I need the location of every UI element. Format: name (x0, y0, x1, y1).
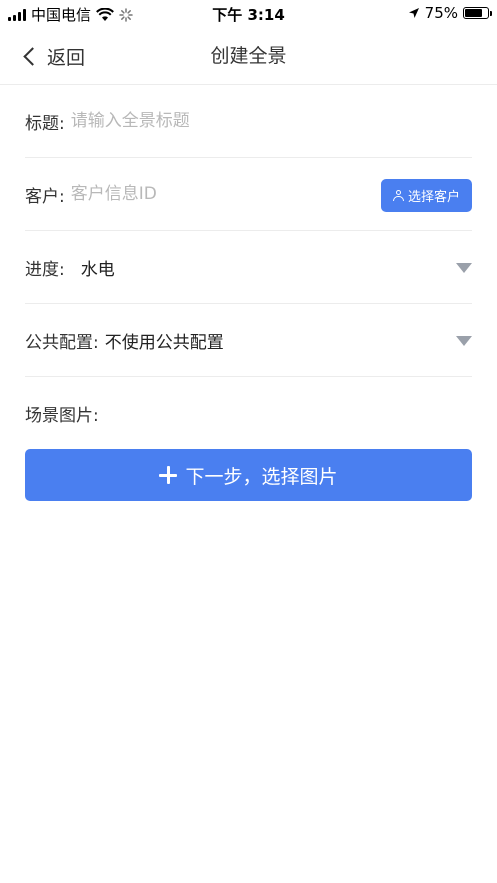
create-panorama-form: 标题: 客户: 选择客户 进度: 水电 公共配置: 不使用公共配置 场景图片: … (25, 85, 472, 501)
select-customer-button[interactable]: 选择客户 (380, 179, 472, 212)
location-arrow-icon (408, 8, 419, 18)
title-label: 标题: (25, 113, 65, 134)
title-row: 标题: (25, 85, 472, 158)
next-select-images-button[interactable]: 下一步，选择图片 (25, 449, 472, 501)
select-customer-label: 选择客户 (407, 190, 460, 205)
title-input[interactable] (70, 111, 472, 131)
progress-row[interactable]: 进度: 水电 (25, 231, 472, 304)
nav-bar: 返回 创建全景 (0, 28, 497, 85)
plus-icon (159, 466, 178, 484)
status-right: 75% (408, 4, 492, 22)
progress-value: 水电 (80, 259, 115, 280)
customer-label: 客户: (25, 186, 65, 207)
battery-icon (463, 7, 492, 19)
next-button-label: 下一步，选择图片 (185, 465, 338, 488)
battery-level (465, 9, 482, 17)
customer-row: 客户: 选择客户 (25, 158, 472, 231)
public-config-label: 公共配置: (25, 332, 99, 353)
scene-images-row: 场景图片: (25, 377, 472, 449)
page-title: 创建全景 (210, 45, 287, 67)
battery-percent: 75% (424, 4, 458, 22)
caret-down-icon[interactable] (456, 336, 472, 346)
progress-label: 进度: (25, 259, 65, 280)
caret-down-icon[interactable] (456, 263, 472, 273)
public-config-value: 不使用公共配置 (104, 332, 224, 353)
status-bar: 中国电信 下午 3:14 75% (0, 0, 497, 28)
scene-images-label: 场景图片: (25, 405, 99, 426)
user-icon (392, 190, 404, 201)
public-config-row[interactable]: 公共配置: 不使用公共配置 (25, 304, 472, 377)
